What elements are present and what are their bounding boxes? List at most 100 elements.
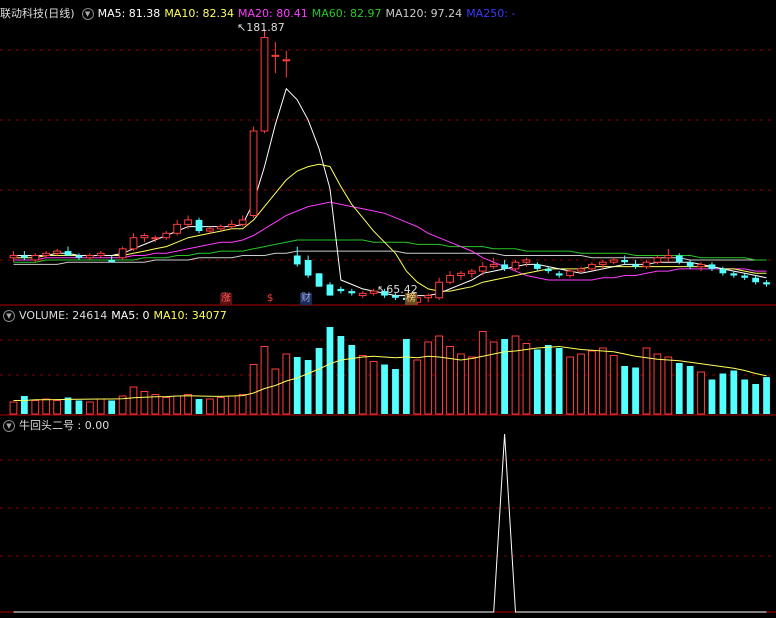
candle (249, 130, 258, 216)
volume-bar (31, 400, 40, 415)
volume-bar (293, 357, 301, 414)
candle (337, 288, 345, 292)
volume-bar (435, 335, 443, 415)
candle (118, 248, 127, 259)
candle (326, 284, 334, 296)
volume-bar (9, 401, 18, 415)
dollar-tag[interactable]: $ (266, 293, 274, 305)
candle (53, 250, 61, 254)
candle (184, 219, 192, 225)
volume-bar (227, 395, 236, 415)
volume-bar (730, 370, 738, 414)
volume-bar (577, 353, 585, 415)
volume-bar (140, 391, 149, 415)
volume-bar (304, 360, 312, 414)
volume-bar (53, 400, 61, 415)
candle (271, 54, 280, 57)
volume-bar (424, 341, 433, 415)
candle (282, 59, 291, 62)
candle (457, 272, 465, 277)
stock-chart[interactable] (0, 0, 776, 618)
volume-bar (64, 397, 72, 414)
candle (293, 255, 301, 265)
volume-bar (598, 347, 607, 415)
candle (304, 259, 312, 276)
candle (697, 263, 705, 268)
candle (9, 255, 18, 259)
volume-bar (489, 341, 498, 415)
volume-bar (75, 400, 83, 414)
candle (632, 264, 639, 267)
volume-bar (206, 398, 214, 415)
volume-bar (20, 396, 28, 414)
candle (489, 263, 498, 268)
candle (588, 263, 596, 270)
limit-up-tag[interactable]: 涨 (220, 293, 232, 305)
candle (31, 255, 40, 261)
candle (238, 219, 247, 225)
finance-tag[interactable]: 财 (300, 293, 312, 305)
candle (609, 259, 618, 263)
volume-bar (478, 331, 487, 415)
candle (435, 281, 443, 299)
candle (730, 273, 738, 276)
candle (653, 257, 662, 263)
candle (42, 252, 51, 257)
candle (216, 226, 225, 230)
candle (719, 268, 727, 274)
volume-bar (653, 353, 662, 415)
volume-bar (238, 394, 247, 415)
volume-bar (348, 345, 356, 414)
volume-bar (381, 364, 388, 414)
candle (501, 264, 508, 269)
volume-bar (173, 395, 182, 415)
candle (358, 292, 367, 297)
volume-bar (358, 355, 367, 415)
volume-bar (697, 371, 705, 415)
candle (752, 277, 760, 283)
candle (227, 223, 236, 228)
candle (108, 259, 116, 263)
candle (151, 237, 160, 240)
volume-bar (282, 353, 291, 415)
ma20-line (13, 201, 767, 281)
volume-bar (260, 346, 269, 415)
volume-bar (392, 369, 399, 414)
volume-bar (719, 373, 727, 414)
ranking-tag[interactable]: 榜 (405, 293, 417, 305)
volume-bar (588, 350, 596, 415)
volume-bar (315, 348, 323, 414)
volume-bar (413, 359, 422, 415)
candle (675, 255, 683, 263)
volume-bar (544, 345, 552, 414)
ma5-line (13, 87, 767, 297)
candle (195, 219, 203, 232)
volume-bar (249, 364, 258, 415)
volume-bar (752, 384, 760, 414)
volume-bar (85, 401, 94, 415)
volume-bar (675, 363, 683, 414)
volume-bar (337, 336, 345, 414)
volume-bar (129, 386, 138, 415)
volume-bar (763, 377, 770, 414)
volume-bar (621, 366, 629, 414)
volume-bar (501, 339, 508, 414)
candle (424, 295, 433, 299)
indicator-line (13, 433, 767, 613)
candle (686, 262, 694, 267)
candle (763, 282, 770, 285)
candle (140, 235, 149, 239)
candle (206, 228, 214, 232)
candle (467, 270, 476, 274)
candle (598, 261, 607, 265)
candle (555, 273, 563, 276)
volume-bar (108, 400, 116, 414)
candle (544, 268, 552, 272)
volume-bar (184, 394, 192, 415)
volume-bar (522, 343, 531, 415)
candle (708, 264, 716, 269)
candle (621, 259, 629, 263)
volume-bar (457, 353, 465, 415)
candle (642, 261, 651, 268)
candle (533, 264, 541, 269)
